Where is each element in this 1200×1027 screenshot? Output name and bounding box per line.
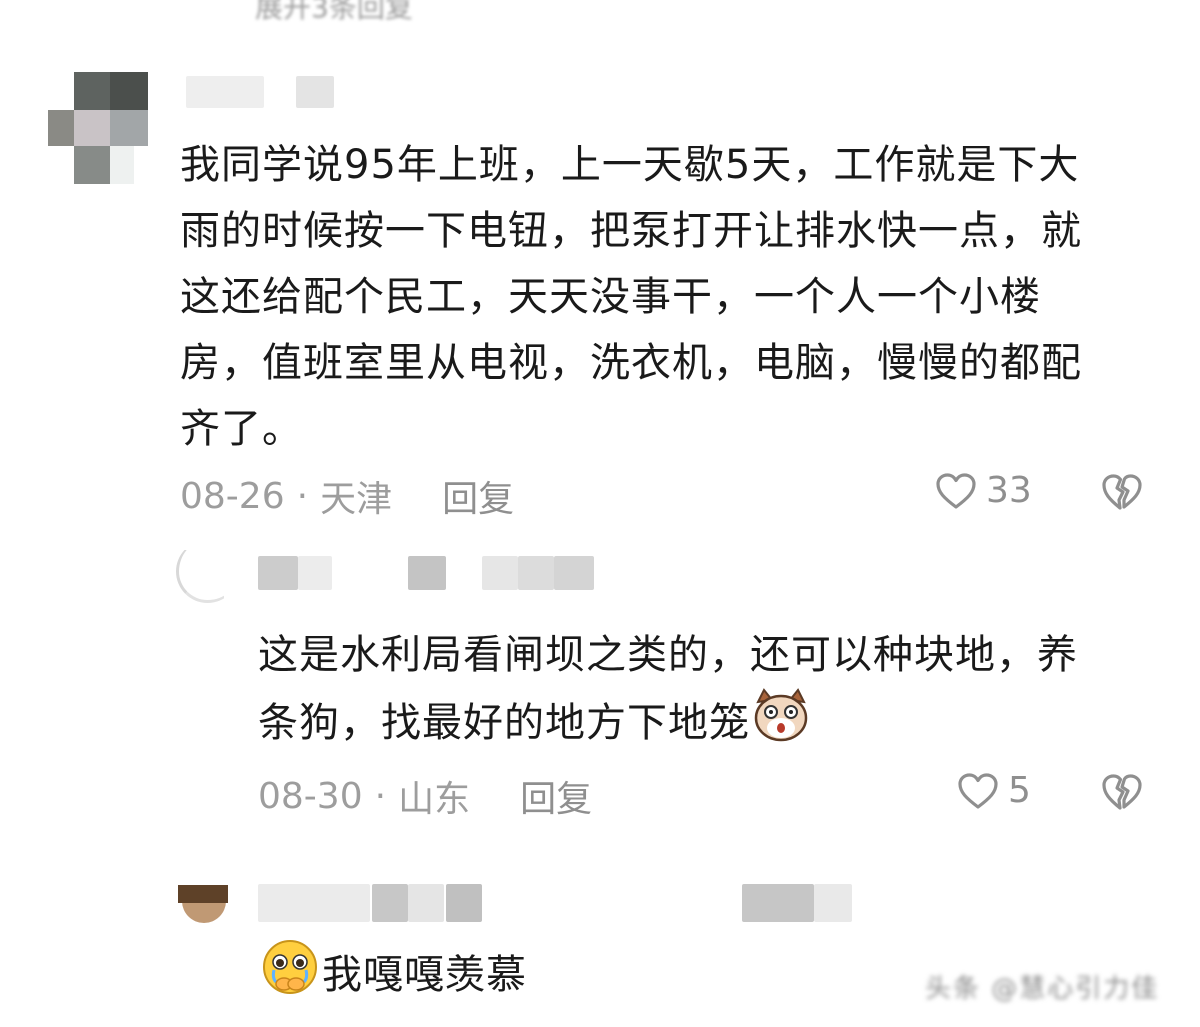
username-placeholder bbox=[408, 556, 446, 590]
username-placeholder[interactable] bbox=[258, 556, 298, 590]
broken-heart-icon[interactable] bbox=[1100, 772, 1144, 812]
avatar[interactable] bbox=[176, 550, 224, 610]
comment-location: 天津 bbox=[320, 479, 393, 520]
username-placeholder bbox=[482, 556, 518, 590]
collapsed-replies-link[interactable]: 展开3条回复 bbox=[255, 0, 413, 26]
comment-date: 08-30 bbox=[258, 775, 363, 817]
username-placeholder[interactable] bbox=[186, 76, 264, 108]
heart-outline-icon bbox=[934, 471, 978, 511]
reply-button[interactable]: 回复 bbox=[520, 770, 592, 822]
username-placeholder bbox=[298, 556, 332, 590]
comment-location: 山东 bbox=[398, 779, 471, 820]
comment-meta: 08-26 · 天津 回复 bbox=[180, 470, 514, 522]
comment-date: 08-26 bbox=[180, 475, 285, 517]
reply-button[interactable]: 回复 bbox=[442, 470, 514, 522]
comment-body: 我嘎嘎羡慕 bbox=[258, 938, 527, 1016]
heart-outline-icon bbox=[956, 771, 1000, 811]
like-button[interactable]: 33 bbox=[934, 470, 1032, 511]
username-placeholder bbox=[554, 556, 594, 590]
crying-emoji-icon bbox=[258, 938, 322, 1016]
comment-meta: 08-30 · 山东 回复 bbox=[258, 770, 592, 822]
watermark: 头条 @慧心引力佳 bbox=[925, 974, 1160, 1004]
username-placeholder bbox=[742, 884, 814, 922]
broken-heart-icon[interactable] bbox=[1100, 472, 1144, 512]
comment-body: 我同学说95年上班，上一天歇5天，工作就是下大 雨的时候按一下电钮，把泵打开让排… bbox=[180, 142, 1082, 452]
username-placeholder bbox=[372, 884, 408, 922]
avatar[interactable] bbox=[48, 72, 148, 184]
comment-body: 这是水利局看闸坝之类的，还可以种块地，养 条狗，找最好的地方下地笼 bbox=[258, 622, 1078, 764]
username-placeholder bbox=[296, 76, 334, 108]
username-placeholder bbox=[518, 556, 554, 590]
like-count: 33 bbox=[986, 470, 1032, 511]
like-count: 5 bbox=[1008, 770, 1031, 811]
separator: · bbox=[296, 475, 309, 517]
username-placeholder bbox=[446, 884, 482, 922]
avatar[interactable] bbox=[178, 885, 228, 927]
dog-emoji-icon bbox=[750, 688, 812, 764]
like-button[interactable]: 5 bbox=[956, 770, 1031, 811]
username-placeholder[interactable] bbox=[258, 884, 370, 922]
separator: · bbox=[374, 775, 387, 817]
username-placeholder bbox=[408, 884, 444, 922]
username-placeholder bbox=[814, 884, 852, 922]
